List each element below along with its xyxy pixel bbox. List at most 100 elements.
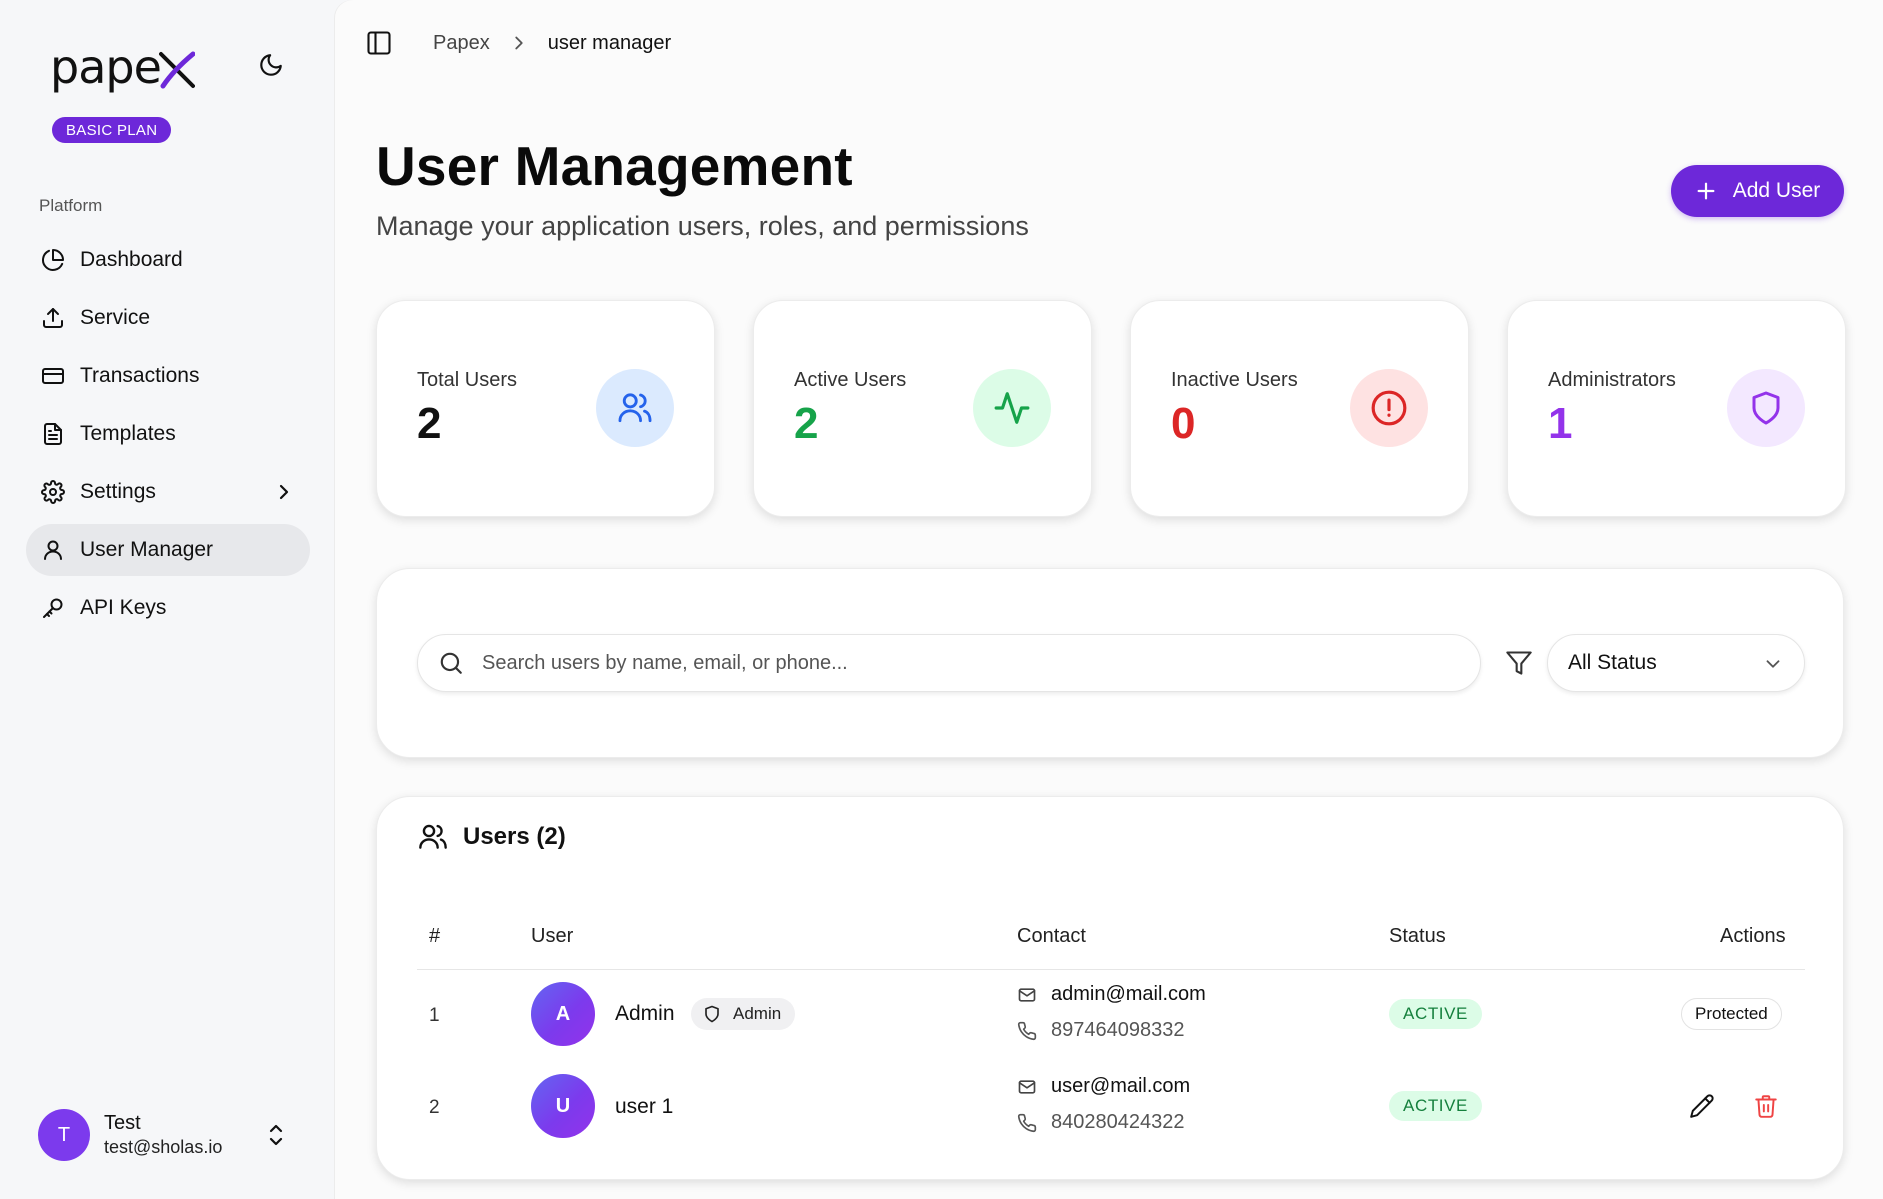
breadcrumb: Papex user manager [365, 28, 671, 58]
sidebar-toggle-icon[interactable] [365, 29, 393, 57]
contact-phone: 897464098332 [1017, 1019, 1184, 1042]
sidebar-item-label: Settings [80, 480, 156, 503]
column-header-contact: Contact [1017, 925, 1086, 947]
stats-row: Total Users 2 Active Users 2 Inactive Us… [376, 300, 1846, 517]
status-badge: ACTIVE [1389, 999, 1483, 1029]
contact-phone: 840280424322 [1017, 1111, 1184, 1134]
account-menu[interactable]: T Test test@sholas.io [38, 1108, 300, 1162]
user-name: Admin [615, 1002, 675, 1025]
status-select[interactable]: All Status [1547, 634, 1805, 692]
sidebar-item-label: API Keys [80, 596, 167, 619]
avatar: A [531, 982, 595, 1046]
users-icon [596, 369, 674, 447]
stat-card-administrators: Administrators 1 [1507, 300, 1846, 517]
stat-card-active-users: Active Users 2 [753, 300, 1092, 517]
chevron-right-icon [515, 36, 523, 50]
phone-value: 840280424322 [1051, 1111, 1185, 1133]
search-input[interactable] [482, 651, 1480, 675]
stat-value: 2 [794, 399, 819, 448]
key-icon [40, 595, 66, 621]
phone-icon [1017, 1113, 1037, 1132]
email-value: admin@mail.com [1051, 983, 1206, 1005]
stat-value: 2 [417, 399, 442, 448]
logo-text: pape [50, 40, 162, 94]
stat-card-total-users: Total Users 2 [376, 300, 715, 517]
breadcrumb-root[interactable]: Papex [433, 32, 490, 55]
account-name: Test [104, 1112, 141, 1134]
main-content: Papex user manager User Management Manag… [335, 0, 1883, 1199]
table-row: 2 U user 1 user@mail.com 840280424322 AC… [377, 1061, 1845, 1151]
stat-label: Active Users [794, 369, 907, 391]
mail-icon [1018, 987, 1036, 1002]
sidebar-item-label: Transactions [80, 364, 200, 387]
chevrons-up-down-icon [269, 1124, 283, 1146]
gear-icon [40, 479, 66, 505]
sidebar-item-label: User Manager [80, 538, 214, 561]
stat-label: Administrators [1548, 369, 1676, 391]
sidebar-nav: Dashboard Service Transactions Templates… [26, 234, 310, 640]
status-badge: ACTIVE [1389, 1091, 1483, 1121]
row-number: 1 [429, 1005, 440, 1026]
table-row: 1 A Admin Admin admin@mail.com 897464098… [377, 969, 1845, 1059]
stat-value: 0 [1171, 399, 1196, 448]
row-number: 2 [429, 1097, 440, 1118]
delete-button[interactable] [1751, 1091, 1781, 1121]
pie-chart-icon [40, 247, 66, 273]
stat-card-inactive-users: Inactive Users 0 [1130, 300, 1469, 517]
shield-icon [705, 1005, 719, 1023]
page-title: User Management [376, 135, 853, 197]
role-label: Admin [733, 1004, 782, 1023]
role-badge: Admin [691, 998, 796, 1030]
breadcrumb-current: user manager [547, 31, 672, 54]
add-user-label: Add User [1732, 179, 1821, 202]
stat-label: Total Users [417, 369, 518, 391]
edit-button[interactable] [1687, 1091, 1717, 1121]
column-header-user: User [531, 925, 574, 947]
users-table-header: Users (2) [417, 821, 566, 853]
phone-icon [1017, 1021, 1037, 1040]
sidebar: pape BASIC PLAN Platform Dashboard Servi… [0, 0, 335, 1199]
user-icon [40, 537, 66, 563]
activity-icon [973, 369, 1051, 447]
account-email: test@sholas.io [104, 1137, 223, 1157]
avatar: T [38, 1109, 90, 1161]
search-icon [440, 652, 462, 674]
trash-icon [1755, 1095, 1777, 1118]
sidebar-item-transactions[interactable]: Transactions [26, 350, 310, 402]
sidebar-item-templates[interactable]: Templates [26, 408, 310, 460]
plus-icon [1697, 182, 1715, 200]
phone-value: 897464098332 [1051, 1019, 1185, 1041]
add-user-button[interactable]: Add User [1671, 165, 1844, 217]
email-value: user@mail.com [1051, 1075, 1191, 1097]
sidebar-item-label: Templates [80, 422, 176, 445]
stat-value: 1 [1548, 399, 1573, 448]
search-box[interactable] [417, 634, 1481, 692]
moon-icon [260, 54, 282, 76]
sidebar-item-api-keys[interactable]: API Keys [26, 582, 310, 634]
users-table-card: Users (2) # User Contact Status Actions … [376, 796, 1844, 1180]
column-header-actions: Actions [1720, 925, 1786, 947]
avatar: U [531, 1074, 595, 1138]
sidebar-item-service[interactable]: Service [26, 292, 310, 344]
filter-icon[interactable] [1505, 649, 1533, 677]
theme-toggle-button[interactable] [256, 50, 286, 80]
chevron-down-icon [1766, 660, 1780, 668]
logo-x-icon [158, 51, 195, 89]
mail-icon [1018, 1079, 1036, 1094]
alert-circle-icon [1350, 369, 1428, 447]
protected-badge: Protected [1681, 998, 1782, 1030]
user-name: user 1 [615, 1095, 674, 1118]
sidebar-item-dashboard[interactable]: Dashboard [26, 234, 310, 286]
stat-label: Inactive Users [1171, 369, 1298, 391]
pencil-icon [1690, 1094, 1714, 1118]
users-table-title: Users (2) [463, 823, 566, 850]
column-header-status: Status [1389, 925, 1446, 947]
status-select-value: All Status [1568, 651, 1657, 674]
contact-email: admin@mail.com [1017, 983, 1206, 1006]
column-header-number: # [429, 925, 441, 947]
sidebar-item-settings[interactable]: Settings [26, 466, 310, 518]
users-icon [419, 824, 447, 849]
sidebar-item-user-manager[interactable]: User Manager [26, 524, 310, 576]
sidebar-item-label: Dashboard [80, 248, 183, 271]
sidebar-item-label: Service [80, 306, 151, 329]
